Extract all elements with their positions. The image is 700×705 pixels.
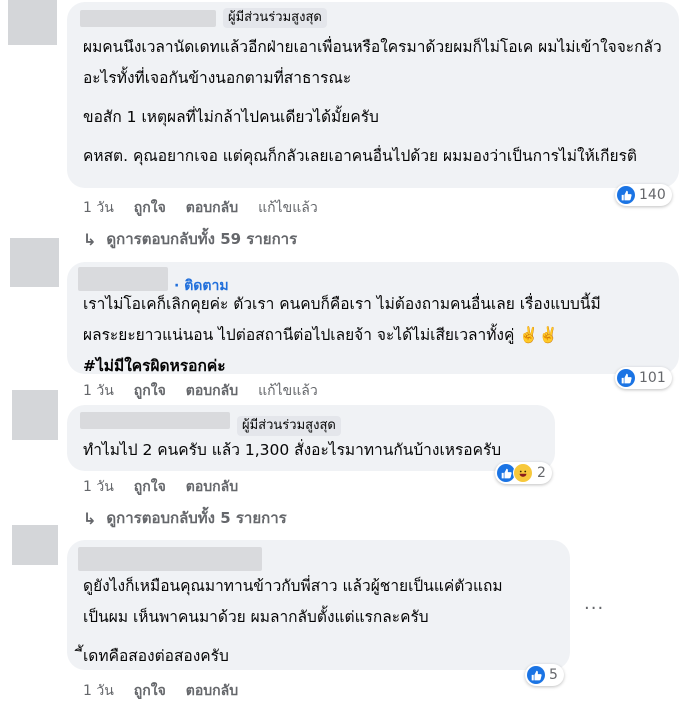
reply-arrow-icon: ↳ [83,508,97,528]
comment-text: เราไม่โอเคก็เลิกคุยค่ะ ตัวเรา คนคบก็คือเ… [83,289,677,382]
like-reaction-icon [617,369,635,387]
view-replies-label: ดูการตอบกลับทั้ง 59 รายการ [106,230,298,248]
comment-line: ทำไมไป 2 คนครับ แล้ว 1,300 สั่งอะไรมาทาน… [83,441,502,459]
reaction-count: 2 [537,465,546,481]
comment-paragraph: ขอสัก 1 เหตุผลที่ไม่กล้าไปคนเดียวได้มั้ย… [83,108,379,126]
hashtag-link[interactable]: #ไม่มีใครผิดหรอกค่ะ [83,351,677,382]
view-replies-label: ดูการตอบกลับทั้ง 5 รายการ [106,509,287,527]
comment-paragraph: ดูยังไงก็เหมือนคุณมาทานข้าวกับพี่สาว แล้… [83,577,503,595]
reply-button[interactable]: ตอบกลับ [186,380,238,402]
comment-actions: 1 วัน ถูกใจ ตอบกลับ แก้ไขแล้ว [83,380,318,402]
top-fan-badge: ผู้มีส่วนร่วมสูงสุด [237,416,341,436]
more-options-icon[interactable]: ··· [584,598,604,619]
avatar[interactable] [8,0,57,45]
comment-time[interactable]: 1 วัน [83,476,114,498]
edited-label[interactable]: แก้ไขแล้ว [258,197,318,219]
reply-arrow-icon: ↳ [83,229,97,249]
like-button[interactable]: ถูกใจ [134,476,166,498]
author-name[interactable] [80,10,216,27]
comment-text: ดูยังไงก็เหมือนคุณมาทานข้าวกับพี่สาว แล้… [83,571,563,672]
comment-actions: 1 วัน ถูกใจ ตอบกลับ [83,680,238,702]
comment-paragraph: ี้เดทคือสองต่อสองครับ [83,647,229,665]
avatar[interactable] [12,390,58,440]
comment-actions: 1 วัน ถูกใจ ตอบกลับ [83,476,238,498]
haha-reaction-icon [513,463,533,483]
like-reaction-icon [617,186,635,204]
comment-paragraph: เป็นผม เห็นพาคนมาด้วย ผมลากลับตั้งแต่แรก… [83,608,429,626]
comment-time[interactable]: 1 วัน [83,197,114,219]
reply-button[interactable]: ตอบกลับ [186,476,238,498]
reaction-count: 5 [549,667,558,683]
reaction-count: 140 [639,187,666,203]
comment-time[interactable]: 1 วัน [83,680,114,702]
author-name[interactable] [78,267,168,291]
comment-line: ผลระยะยาวแน่นอน ไปต่อสถานีต่อไปเลยจ้า จะ… [83,326,558,344]
like-button[interactable]: ถูกใจ [134,680,166,702]
view-replies-link[interactable]: ↳ ดูการตอบกลับทั้ง 59 รายการ [83,227,297,251]
reaction-summary[interactable]: 101 [615,367,672,389]
comment-actions: 1 วัน ถูกใจ ตอบกลับ แก้ไขแล้ว [83,197,318,219]
comment-paragraph: คหสต. คุณอยากเจอ แต่คุณก็กลัวเลยเอาคนอื่… [83,147,637,165]
edited-label[interactable]: แก้ไขแล้ว [258,380,318,402]
author-name[interactable] [80,412,230,429]
like-reaction-icon [527,666,545,684]
comment-paragraph: ผมคนนึงเวลานัดเดทแล้วอีกฝ่ายเอาเพื่อนหรื… [83,38,662,87]
like-button[interactable]: ถูกใจ [134,380,166,402]
avatar[interactable] [12,525,58,565]
reply-button[interactable]: ตอบกลับ [186,197,238,219]
comment-text: ทำไมไป 2 คนครับ แล้ว 1,300 สั่งอะไรมาทาน… [83,435,553,466]
reaction-summary[interactable]: 5 [525,664,564,686]
like-button[interactable]: ถูกใจ [134,197,166,219]
reaction-summary[interactable]: 140 [615,184,672,206]
reaction-count: 101 [639,370,666,386]
comment-text: ผมคนนึงเวลานัดเดทแล้วอีกฝ่ายเอาเพื่อนหรื… [83,32,673,172]
top-fan-badge: ผู้มีส่วนร่วมสูงสุด [223,8,327,28]
author-name[interactable] [78,547,262,571]
avatar[interactable] [10,238,59,287]
reaction-summary[interactable]: 2 [495,462,552,484]
comment-line: เราไม่โอเคก็เลิกคุยค่ะ ตัวเรา คนคบก็คือเ… [83,295,601,313]
reply-button[interactable]: ตอบกลับ [186,680,238,702]
view-replies-link[interactable]: ↳ ดูการตอบกลับทั้ง 5 รายการ [83,506,287,530]
comment-time[interactable]: 1 วัน [83,380,114,402]
